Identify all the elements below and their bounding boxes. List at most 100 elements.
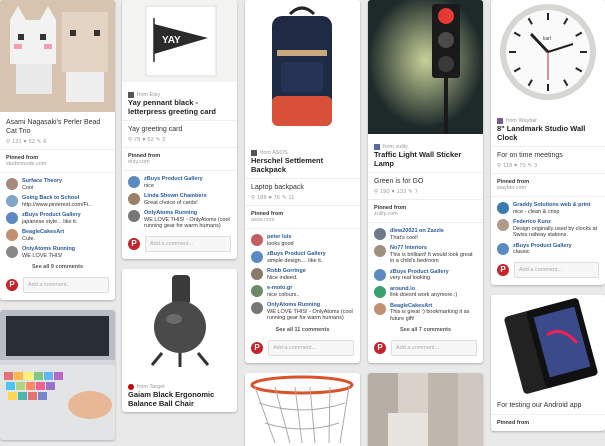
avatar[interactable] xyxy=(251,302,263,314)
avatar[interactable] xyxy=(251,285,263,297)
pin-title[interactable]: Gaiam Black Ergonomic Balance Ball Chair xyxy=(128,390,231,408)
avatar[interactable] xyxy=(374,228,386,240)
comment: peter luis looks good xyxy=(245,232,360,249)
pin-image-ball-chair[interactable] xyxy=(122,268,237,374)
pin-column-2: YAY from Etsy Yay pennant black - letter… xyxy=(122,0,237,422)
add-comment-input[interactable]: Add a comment... xyxy=(391,340,477,356)
comment: OnlyAtoms Running WE LOVE THIS! xyxy=(0,244,115,261)
pin-stats: ⚲ 131 ♥ 52 ✎ 6 xyxy=(6,139,47,145)
avatar[interactable] xyxy=(374,245,386,257)
comment: OnlyAtoms Running WE LOVE THIS! - OnlyAto… xyxy=(122,208,237,232)
pin-image-keyboard[interactable] xyxy=(0,310,115,440)
pin-card-perler-cats[interactable]: Asami Nagasaki's Perler Bead Cat Trio ⚲ … xyxy=(0,0,115,300)
comment-text: nice xyxy=(144,182,155,189)
pinned-from-site[interactable]: studiomode.com xyxy=(6,161,46,167)
pin-title[interactable]: Yay pennant black - letterpress greeting… xyxy=(128,98,231,116)
avatar[interactable] xyxy=(251,268,263,280)
pin-card-cups[interactable] xyxy=(368,373,483,446)
pin-column-4: from zulily Traffic Light Wall Sticker L… xyxy=(368,0,483,446)
comment-text: WE LOVE THIS! - OnlyAtoms (cool running … xyxy=(144,216,230,230)
pin-card-wall-clock[interactable]: karl from Wayfair 8" Landmark Studio Wal… xyxy=(491,0,605,285)
comment: BeagleCakesArt Cute. xyxy=(0,227,115,244)
comment-text: link doesnt work anymore.:) xyxy=(390,292,458,298)
pin-stats: ⚲ 188 ♥ 76 ✎ 11 xyxy=(251,195,295,201)
pin-image-perler-cats[interactable] xyxy=(0,0,115,112)
comment-text: This is brilliant! It would look great i… xyxy=(390,251,473,265)
see-all-comments-link[interactable]: See all 7 comments xyxy=(368,324,483,336)
comment: dlew20021 on Zazzle That's cool! xyxy=(368,226,483,243)
pinned-from: Pinned from wayfair.com xyxy=(491,174,605,196)
pin-column-1: Asami Nagasaki's Perler Bead Cat Trio ⚲ … xyxy=(0,0,115,446)
avatar[interactable] xyxy=(128,176,140,188)
target-logo-icon xyxy=(128,383,134,390)
comment-text: very real looking xyxy=(390,275,431,281)
add-comment-input[interactable]: Add a comment... xyxy=(145,235,231,252)
pin-image-backpack[interactable] xyxy=(245,0,360,140)
pin-description: For testing our Android app xyxy=(497,401,582,409)
avatar[interactable] xyxy=(128,193,140,205)
pin-image-android-phone[interactable] xyxy=(491,294,605,395)
avatar[interactable] xyxy=(374,302,386,315)
pin-description: Laptop backpack xyxy=(251,184,304,191)
pin-card-traffic-light[interactable]: from zulily Traffic Light Wall Sticker L… xyxy=(368,0,483,363)
avatar[interactable] xyxy=(497,202,509,214)
pin-image-yay-card[interactable]: YAY xyxy=(122,0,237,82)
pin-card-android-phone[interactable]: For testing our Android app Pinned from xyxy=(491,294,605,431)
pin-column-5: karl from Wayfair 8" Landmark Studio Wal… xyxy=(491,0,605,441)
comment: zBuys Product Gallery very real looking xyxy=(368,267,483,284)
pin-card-yay-card[interactable]: YAY from Etsy Yay pennant black - letter… xyxy=(122,0,237,259)
pin-card-basketball-hoop[interactable] xyxy=(245,372,360,446)
comment: Federico Kunz Design originally used by c… xyxy=(491,217,605,241)
avatar[interactable] xyxy=(6,178,18,190)
avatar[interactable] xyxy=(6,195,18,207)
comment-text: nice - clean & crisp xyxy=(513,208,560,215)
pin-description: Yay greeting card xyxy=(128,126,183,133)
see-all-comments-link[interactable]: See all 9 comments xyxy=(0,261,115,273)
pin-title[interactable]: Traffic Light Wall Sticker Lamp xyxy=(374,150,477,168)
pinned-from-site[interactable]: etsy.com xyxy=(128,159,150,165)
avatar[interactable] xyxy=(497,219,509,231)
pin-description: Asami Nagasaki's Perler Bead Cat Trio xyxy=(6,119,101,135)
comment-text: Nice indeed. xyxy=(267,274,298,281)
avatar[interactable] xyxy=(497,242,509,255)
comment-text: simple design.... like it. xyxy=(267,257,323,264)
pinned-from-site[interactable]: wayfair.com xyxy=(497,185,526,191)
pinned-from-site[interactable]: asos.com xyxy=(251,217,275,223)
pinned-from: Pinned from asos.com xyxy=(245,206,360,228)
avatar[interactable] xyxy=(6,246,18,258)
avatar[interactable] xyxy=(6,212,18,224)
avatar[interactable] xyxy=(251,234,263,246)
pin-title[interactable]: Herschel Settlement Backpack xyxy=(251,156,354,174)
comment-text: WE LOVE THIS! - OnlyAtoms (cool running … xyxy=(267,308,353,322)
pin-card-ball-chair[interactable]: from Target Gaiam Black Ergonomic Balanc… xyxy=(122,268,237,412)
add-comment-input[interactable]: Add a comment... xyxy=(514,261,599,278)
pinned-from-site[interactable]: zulily.com xyxy=(374,211,398,217)
pinterest-logo-icon: P xyxy=(497,263,509,276)
pin-stats: ⚲ 78 ♥ 52 ✎ 3 xyxy=(128,137,166,143)
pin-image-wall-clock[interactable]: karl xyxy=(491,0,605,108)
pin-image-cups[interactable] xyxy=(368,373,483,446)
pin-image-traffic-light[interactable] xyxy=(368,0,483,134)
avatar[interactable] xyxy=(6,229,18,241)
see-all-comments-link[interactable]: See all 11 comments xyxy=(245,324,360,336)
comment: No77 Interiors This is brilliant! It woul… xyxy=(368,243,483,267)
comment-text: Cool xyxy=(22,184,34,191)
avatar[interactable] xyxy=(128,210,140,222)
pin-source-label: from Target xyxy=(137,383,165,390)
avatar[interactable] xyxy=(374,285,386,298)
pinned-from: Pinned from etsy.com xyxy=(122,148,237,170)
pinterest-logo-icon: P xyxy=(374,342,386,354)
avatar[interactable] xyxy=(374,268,386,281)
pin-card-backpack[interactable]: from ASOS Herschel Settlement Backpack L… xyxy=(245,0,360,363)
comment-text: looks good xyxy=(267,240,294,247)
add-comment-input[interactable]: Add a comment... xyxy=(23,277,109,293)
avatar[interactable] xyxy=(251,251,263,263)
pin-stats: ⚲ 190 ♥ 133 ✎ 7 xyxy=(374,189,418,195)
comment-text: classic xyxy=(513,249,530,255)
add-comment-input[interactable]: Add a comment... xyxy=(268,339,354,356)
comment: Robb Gorringe Nice indeed. xyxy=(245,266,360,283)
pin-card-keyboard[interactable] xyxy=(0,310,115,440)
pin-image-basketball-hoop[interactable] xyxy=(245,372,360,446)
comment: Surface Theory Cool xyxy=(0,176,115,193)
pin-title[interactable]: 8" Landmark Studio Wall Clock xyxy=(497,124,599,142)
